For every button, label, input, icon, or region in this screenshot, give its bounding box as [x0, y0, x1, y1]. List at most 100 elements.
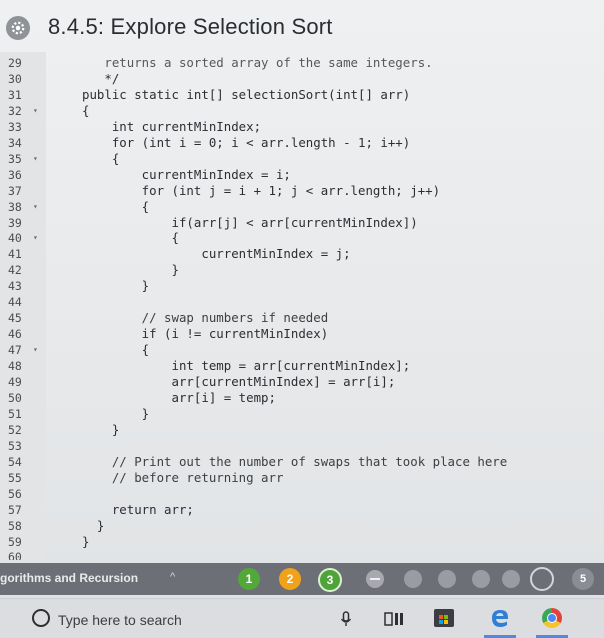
pencil-icon[interactable] — [530, 567, 554, 591]
step-2-button[interactable]: 2 — [279, 568, 301, 590]
code-line[interactable]: 40 ▾ { — [0, 230, 604, 246]
code-line[interactable]: 41 currentMinIndex = j; — [0, 246, 604, 262]
windows-taskbar: Type here to search — [0, 598, 604, 638]
line-number: 33 — [8, 119, 22, 134]
line-number: 53 — [8, 438, 22, 453]
line-number: 40 — [8, 231, 22, 246]
video-icon[interactable] — [404, 570, 422, 588]
quiz-icon[interactable] — [502, 570, 520, 588]
chrome-browser-icon[interactable] — [542, 608, 562, 628]
code-line[interactable]: 42 } — [0, 262, 604, 278]
code-line[interactable]: 31 public static int[] selectionSort(int[… — [0, 87, 604, 103]
code-line[interactable]: 47 ▾ { — [0, 342, 604, 358]
line-number: 36 — [8, 167, 22, 182]
fold-toggle-icon[interactable]: ▾ — [33, 199, 38, 215]
code-text: public static int[] selectionSort(int[] … — [82, 86, 411, 102]
code-line[interactable]: 33 int currentMinIndex; — [0, 119, 604, 135]
check-icon[interactable] — [438, 570, 456, 588]
code-text: { — [82, 102, 90, 118]
line-number: 45 — [8, 311, 22, 326]
code-text: */ — [82, 70, 120, 86]
line-number: 39 — [8, 215, 22, 230]
app-window: 8.4.5: Explore Selection Sort 29 returns… — [0, 0, 604, 638]
fold-toggle-icon[interactable]: ▾ — [33, 103, 38, 119]
lesson-nav-bar: gorithms and Recursion ^ 1 2 3 5 — [0, 563, 604, 595]
step-5-button[interactable]: 5 — [572, 568, 594, 590]
settings-gear-icon[interactable] — [6, 16, 30, 40]
fold-toggle-icon[interactable]: ▾ — [33, 230, 38, 246]
fold-toggle-icon[interactable]: ▾ — [33, 342, 38, 358]
microphone-icon[interactable] — [340, 611, 352, 627]
code-line[interactable]: 52 } — [0, 422, 604, 438]
line-number: 30 — [8, 71, 22, 86]
chevron-up-icon[interactable]: ^ — [170, 571, 175, 583]
line-number: 51 — [8, 406, 22, 421]
code-text: arr[i] = temp; — [82, 389, 276, 405]
cortana-circle-icon[interactable] — [32, 609, 50, 627]
code-line[interactable]: 54 // Print out the number of swaps that… — [0, 454, 604, 470]
code-line[interactable]: 43 } — [0, 278, 604, 294]
code-text: // before returning arr — [82, 469, 284, 485]
code-text: // swap numbers if needed — [82, 310, 329, 326]
code-text: { — [82, 230, 179, 246]
code-line[interactable]: 45 // swap numbers if needed — [0, 310, 604, 326]
line-number: 57 — [8, 502, 22, 517]
code-line[interactable]: 50 arr[i] = temp; — [0, 390, 604, 406]
line-number: 37 — [8, 183, 22, 198]
store-icon[interactable] — [434, 609, 454, 627]
line-number: 32 — [8, 103, 22, 118]
step-3-button[interactable]: 3 — [318, 568, 342, 592]
code-text: } — [82, 278, 150, 294]
step-1-button[interactable]: 1 — [238, 568, 260, 590]
code-line[interactable]: 34 for (int i = 0; i < arr.length - 1; i… — [0, 135, 604, 151]
taskbar-search-input[interactable]: Type here to search — [58, 612, 182, 628]
fold-toggle-icon[interactable]: ▾ — [33, 151, 38, 167]
minus-icon[interactable] — [366, 570, 384, 588]
code-line[interactable]: 51 } — [0, 406, 604, 422]
code-line[interactable]: 53 — [0, 438, 604, 454]
task-view-icon[interactable] — [384, 612, 404, 626]
code-text: } — [82, 262, 179, 278]
code-line[interactable]: 39 if(arr[j] < arr[currentMinIndex]) — [0, 215, 604, 231]
code-line[interactable]: 32 ▾ { — [0, 103, 604, 119]
line-number: 50 — [8, 390, 22, 405]
code-text: currentMinIndex = j; — [82, 246, 351, 262]
code-line[interactable]: 60 — [0, 549, 604, 560]
code-line[interactable]: 35 ▾ { — [0, 151, 604, 167]
code-text: currentMinIndex = i; — [82, 166, 291, 182]
line-number: 55 — [8, 470, 22, 485]
code-line[interactable]: 38 ▾ { — [0, 199, 604, 215]
line-number: 49 — [8, 375, 22, 389]
edge-browser-icon[interactable] — [490, 608, 510, 628]
code-line[interactable]: 29 returns a sorted array of the same in… — [0, 55, 604, 71]
code-line[interactable]: 46 if (i != currentMinIndex) — [0, 326, 604, 342]
line-number: 34 — [8, 135, 22, 150]
code-line[interactable]: 56 — [0, 486, 604, 502]
code-line[interactable]: 55 // before returning arr — [0, 470, 604, 486]
line-number: 54 — [8, 454, 22, 469]
code-text: // Print out the number of swaps that to… — [82, 453, 508, 469]
code-text: } — [82, 533, 90, 549]
code-text: } — [82, 421, 120, 437]
code-text: returns a sorted array of the same integ… — [82, 55, 433, 70]
line-number: 41 — [8, 247, 22, 262]
document-icon[interactable] — [472, 570, 490, 588]
unit-title[interactable]: gorithms and Recursion — [0, 571, 138, 585]
line-number: 43 — [8, 279, 22, 294]
code-line[interactable]: 59} — [0, 534, 604, 550]
code-line[interactable]: 30 */ — [0, 71, 604, 87]
code-line[interactable]: 37 for (int j = i + 1; j < arr.length; j… — [0, 183, 604, 199]
code-line[interactable]: 49 arr[currentMinIndex] = arr[i]; — [0, 374, 604, 390]
code-line[interactable]: 57 return arr; — [0, 502, 604, 518]
code-line[interactable]: 48 int temp = arr[currentMinIndex]; — [0, 358, 604, 374]
code-editor[interactable]: 29 returns a sorted array of the same in… — [0, 52, 604, 560]
code-line[interactable]: 36 currentMinIndex = i; — [0, 167, 604, 183]
line-number: 46 — [8, 327, 22, 342]
code-text: } — [82, 517, 105, 533]
line-number: 44 — [8, 295, 22, 310]
line-number: 52 — [8, 422, 22, 437]
code-text: if(arr[j] < arr[currentMinIndex]) — [82, 214, 418, 230]
code-line[interactable]: 58 } — [0, 518, 604, 534]
code-line[interactable]: 44 — [0, 294, 604, 310]
code-text: for (int i = 0; i < arr.length - 1; i++) — [82, 134, 411, 150]
